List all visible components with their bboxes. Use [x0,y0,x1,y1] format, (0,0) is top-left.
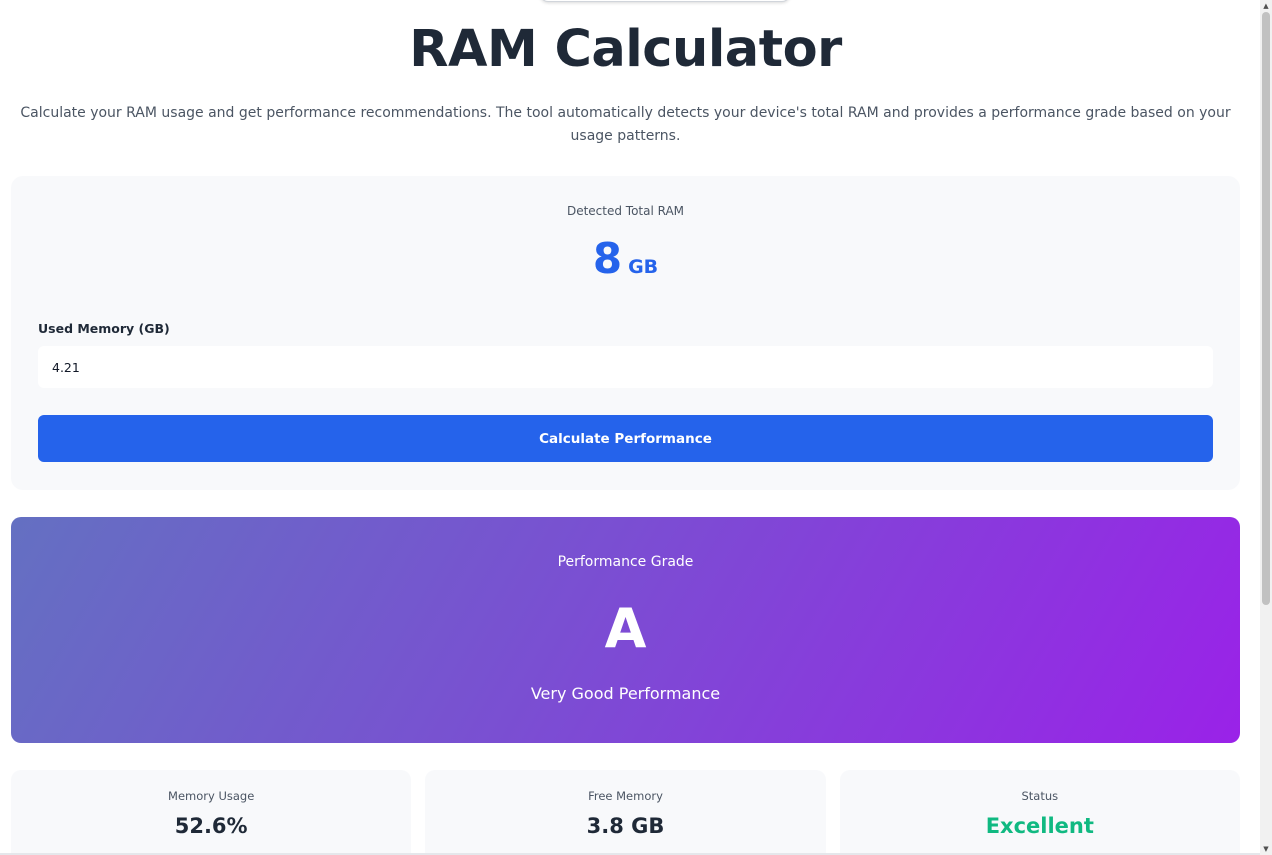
stat-value: 52.6% [174,814,248,838]
ram-unit: GB [628,256,659,278]
stats-row: Memory Usage 52.6% Free Memory 3.8 GB St… [11,770,1240,855]
stat-label: Memory Usage [168,789,255,803]
main-content: RAM Calculator Calculate your RAM usage … [11,0,1240,855]
stat-card-memory-usage: Memory Usage 52.6% [11,770,412,855]
page: RAM Calculator Calculate your RAM usage … [0,0,1272,855]
used-memory-label: Used Memory (GB) [38,321,170,336]
calculator-card: Detected Total RAM 8 GB Used Memory (GB) … [11,176,1240,490]
triangle-up-icon[interactable]: ▲ [1260,0,1272,12]
triangle-down-icon[interactable]: ▼ [1260,843,1272,855]
page-description: Calculate your RAM usage and get perform… [20,105,1231,144]
grade-description: Very Good Performance [530,684,721,703]
scrollbar-thumb[interactable] [1262,12,1270,605]
detected-ram-label: Detected Total RAM [566,204,685,218]
stat-card-free-memory: Free Memory 3.8 GB [425,770,826,855]
vertical-scrollbar[interactable]: ▲ ▼ [1260,0,1272,855]
status-value: Excellent [985,814,1094,838]
detected-ram-value: 8 GB [11,234,1240,283]
grade-letter: A [604,597,647,660]
ram-number: 8 [592,234,623,283]
stat-value: 3.8 GB [586,814,665,838]
calculate-performance-button[interactable]: Calculate Performance [38,415,1213,462]
stat-card-status: Status Excellent [839,770,1240,855]
performance-grade-card: Performance Grade A Very Good Performanc… [11,517,1240,743]
grade-label: Performance Grade [557,554,694,570]
stat-label: Status [1021,789,1059,803]
page-title: RAM Calculator [409,20,842,79]
used-memory-input[interactable] [38,346,1213,388]
stat-label: Free Memory [588,789,663,803]
